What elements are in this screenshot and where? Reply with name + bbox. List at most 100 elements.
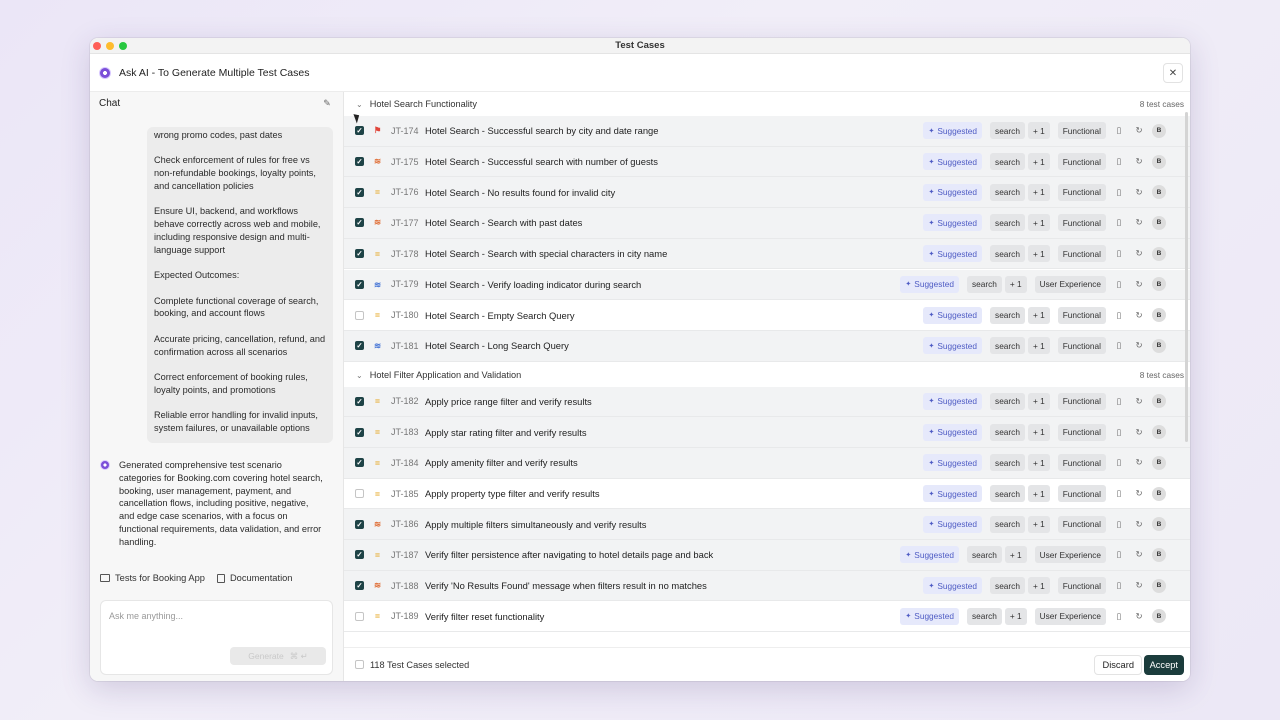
- more-tags-chip[interactable]: + 1: [1027, 454, 1050, 472]
- group-header[interactable]: ⌄ Hotel Filter Application and Validation…: [344, 363, 1190, 387]
- edit-document-icon[interactable]: ▯: [1112, 124, 1126, 138]
- edit-document-icon[interactable]: ▯: [1112, 394, 1126, 408]
- edit-document-icon[interactable]: ▯: [1112, 339, 1126, 353]
- more-tags-chip[interactable]: + 1: [1027, 515, 1050, 533]
- regenerate-icon[interactable]: ↻: [1132, 425, 1146, 439]
- edit-document-icon[interactable]: ▯: [1112, 216, 1126, 230]
- test-case-row[interactable]: ≋ JT-175 Hotel Search - Successful search …: [344, 146, 1190, 178]
- tag-chip[interactable]: search: [990, 454, 1025, 472]
- assignee-avatar[interactable]: B: [1152, 154, 1166, 169]
- more-tags-chip[interactable]: + 1: [1027, 485, 1050, 503]
- more-tags-chip[interactable]: + 1: [1004, 546, 1027, 564]
- assignee-avatar[interactable]: B: [1152, 123, 1166, 138]
- edit-document-icon[interactable]: ▯: [1112, 487, 1126, 501]
- test-case-title[interactable]: Hotel Search - Empty Search Query: [425, 310, 923, 321]
- assignee-avatar[interactable]: B: [1152, 455, 1166, 470]
- generate-button[interactable]: Generate ⌘ ↵: [230, 647, 326, 665]
- test-type-chip[interactable]: Functional: [1057, 306, 1106, 324]
- test-case-title[interactable]: Hotel Search - Verify loading indicator …: [425, 279, 900, 290]
- test-case-title[interactable]: Apply property type filter and verify re…: [425, 488, 923, 499]
- assignee-avatar[interactable]: B: [1152, 308, 1166, 323]
- assignee-avatar[interactable]: B: [1152, 609, 1166, 624]
- edit-document-icon[interactable]: ▯: [1112, 185, 1126, 199]
- row-checkbox[interactable]: [355, 396, 364, 406]
- regenerate-icon[interactable]: ↻: [1132, 277, 1146, 291]
- test-type-chip[interactable]: Functional: [1057, 214, 1106, 232]
- edit-document-icon[interactable]: ▯: [1112, 155, 1126, 169]
- test-case-row[interactable]: = JT-176 Hotel Search - No results found f…: [344, 177, 1190, 209]
- assignee-avatar[interactable]: B: [1152, 215, 1166, 230]
- test-case-title[interactable]: Apply multiple filters simultaneously an…: [425, 519, 923, 530]
- assignee-avatar[interactable]: B: [1152, 425, 1166, 440]
- regenerate-icon[interactable]: ↻: [1132, 456, 1146, 470]
- tag-chip[interactable]: search: [966, 546, 1002, 564]
- test-case-title[interactable]: Hotel Search - No results found for inva…: [425, 187, 923, 198]
- row-checkbox[interactable]: [355, 611, 364, 621]
- test-case-title[interactable]: Hotel Search - Successful search by city…: [425, 125, 923, 136]
- more-tags-chip[interactable]: + 1: [1027, 214, 1050, 232]
- regenerate-icon[interactable]: ↻: [1132, 517, 1146, 531]
- test-type-chip[interactable]: Functional: [1057, 454, 1106, 472]
- more-tags-chip[interactable]: + 1: [1027, 306, 1050, 324]
- edit-document-icon[interactable]: ▯: [1112, 548, 1126, 562]
- tag-chip[interactable]: search: [990, 423, 1025, 441]
- chevron-down-icon[interactable]: ⌄: [356, 100, 363, 109]
- more-tags-chip[interactable]: + 1: [1027, 392, 1050, 410]
- tag-chip[interactable]: search: [990, 245, 1025, 263]
- more-tags-chip[interactable]: + 1: [1004, 275, 1027, 293]
- row-checkbox[interactable]: [355, 126, 364, 136]
- test-case-row[interactable]: ≋ JT-179 Hotel Search - Verify loading ind…: [344, 269, 1190, 301]
- more-tags-chip[interactable]: + 1: [1027, 153, 1050, 171]
- more-tags-chip[interactable]: + 1: [1004, 607, 1027, 625]
- regenerate-icon[interactable]: ↻: [1132, 185, 1146, 199]
- row-checkbox[interactable]: [355, 279, 364, 289]
- more-tags-chip[interactable]: + 1: [1027, 245, 1050, 263]
- more-tags-chip[interactable]: + 1: [1027, 337, 1050, 355]
- tag-chip[interactable]: search: [990, 306, 1025, 324]
- test-case-title[interactable]: Hotel Search - Successful search with nu…: [425, 156, 923, 167]
- tag-chip[interactable]: search: [990, 122, 1025, 140]
- assignee-avatar[interactable]: B: [1152, 246, 1166, 261]
- assignee-avatar[interactable]: B: [1152, 338, 1166, 353]
- regenerate-icon[interactable]: ↻: [1132, 247, 1146, 261]
- chevron-down-icon[interactable]: ⌄: [356, 371, 363, 380]
- regenerate-icon[interactable]: ↻: [1132, 579, 1146, 593]
- test-type-chip[interactable]: Functional: [1057, 485, 1106, 503]
- assignee-avatar[interactable]: B: [1152, 517, 1166, 532]
- assignee-avatar[interactable]: B: [1152, 578, 1166, 593]
- test-type-chip[interactable]: Functional: [1057, 392, 1106, 410]
- tag-chip[interactable]: search: [990, 183, 1025, 201]
- tag-chip[interactable]: search: [990, 577, 1025, 595]
- test-case-row[interactable]: = JT-178 Hotel Search - Search with specia…: [344, 238, 1190, 270]
- regenerate-icon[interactable]: ↻: [1132, 548, 1146, 562]
- test-case-title[interactable]: Apply amenity filter and verify results: [425, 457, 923, 468]
- test-type-chip[interactable]: Functional: [1057, 423, 1106, 441]
- more-tags-chip[interactable]: + 1: [1027, 183, 1050, 201]
- assignee-avatar[interactable]: B: [1152, 547, 1166, 562]
- select-all-checkbox[interactable]: [355, 660, 364, 669]
- regenerate-icon[interactable]: ↻: [1132, 339, 1146, 353]
- more-tags-chip[interactable]: + 1: [1027, 577, 1050, 595]
- documentation-link[interactable]: Documentation: [216, 573, 292, 583]
- tag-chip[interactable]: search: [990, 153, 1025, 171]
- regenerate-icon[interactable]: ↻: [1132, 216, 1146, 230]
- test-case-title[interactable]: Verify 'No Results Found' message when f…: [425, 580, 923, 591]
- regenerate-icon[interactable]: ↻: [1132, 155, 1146, 169]
- row-checkbox[interactable]: [355, 489, 364, 499]
- test-case-row[interactable]: ≋ JT-186 Apply multiple filters simultaneo…: [344, 509, 1190, 541]
- regenerate-icon[interactable]: ↻: [1132, 487, 1146, 501]
- row-checkbox[interactable]: [355, 187, 364, 197]
- tag-chip[interactable]: search: [990, 515, 1025, 533]
- accept-button[interactable]: Accept: [1143, 655, 1184, 675]
- test-type-chip[interactable]: User Experience: [1034, 275, 1106, 293]
- row-checkbox[interactable]: [355, 218, 364, 228]
- discard-button[interactable]: Discard: [1094, 655, 1142, 675]
- edit-document-icon[interactable]: ▯: [1112, 456, 1126, 470]
- edit-document-icon[interactable]: ▯: [1112, 247, 1126, 261]
- edit-document-icon[interactable]: ▯: [1112, 609, 1126, 623]
- test-case-row[interactable]: = JT-187 Verify filter persistence after n…: [344, 540, 1190, 571]
- test-type-chip[interactable]: Functional: [1057, 577, 1106, 595]
- row-checkbox[interactable]: [355, 458, 364, 468]
- chat-input[interactable]: Ask me anything... Generate ⌘ ↵: [100, 600, 333, 675]
- assignee-avatar[interactable]: B: [1152, 277, 1166, 292]
